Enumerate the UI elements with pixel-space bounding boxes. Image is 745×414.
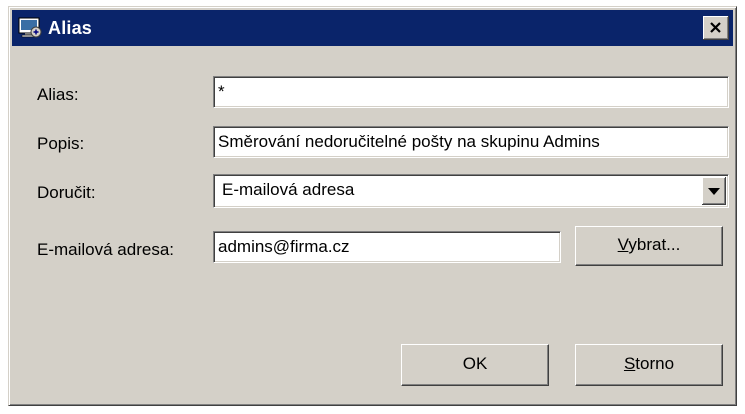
dorucit-value: E-mailová adresa xyxy=(222,180,355,199)
vybrat-button[interactable]: Vybrat... xyxy=(575,226,723,266)
alias-app-icon xyxy=(18,17,42,38)
dorucit-select[interactable]: E-mailová adresa xyxy=(213,174,729,208)
chevron-down-icon xyxy=(708,188,720,195)
email-input[interactable]: admins@firma.cz xyxy=(213,231,561,263)
title-bar[interactable]: Alias xyxy=(12,10,733,46)
close-icon xyxy=(710,22,721,33)
dialog-title: Alias xyxy=(48,18,93,38)
ok-button[interactable]: OK xyxy=(401,344,549,386)
alias-value: * xyxy=(218,82,225,101)
alias-dialog: Alias Alias: * Popis: Směrování nedoruči… xyxy=(8,6,737,406)
dropdown-button[interactable] xyxy=(702,177,726,205)
email-label: E-mailová adresa: xyxy=(37,240,175,259)
storno-button[interactable]: Storno xyxy=(575,344,723,386)
vybrat-button-label: Vybrat... xyxy=(617,235,681,254)
alias-input[interactable]: * xyxy=(213,76,729,108)
popis-value: Směrování nedoručitelné pošty na skupinu… xyxy=(218,132,600,151)
alias-label: Alias: xyxy=(37,85,79,104)
ok-button-label: OK xyxy=(462,354,488,373)
close-button[interactable] xyxy=(703,16,729,40)
dorucit-label: Doručit: xyxy=(37,183,96,202)
storno-button-label: Storno xyxy=(623,354,675,373)
popis-input[interactable]: Směrování nedoručitelné pošty na skupinu… xyxy=(213,126,729,158)
email-value: admins@firma.cz xyxy=(218,237,350,256)
popis-label: Popis: xyxy=(37,134,85,153)
